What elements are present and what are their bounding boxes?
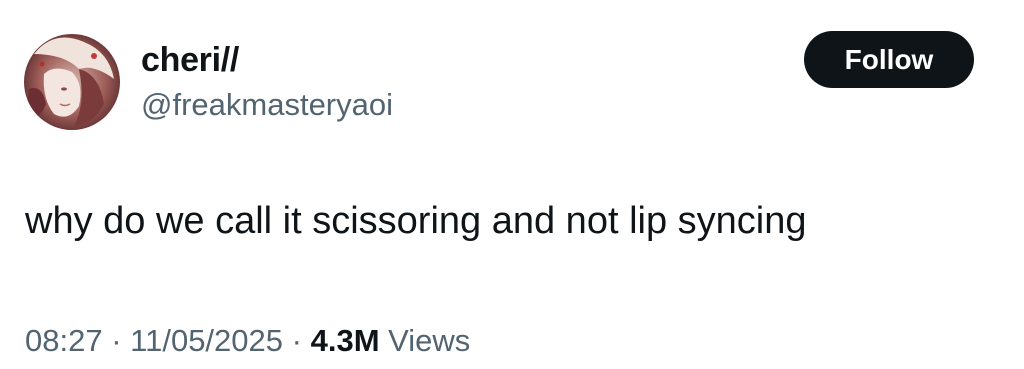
meta-separator: · <box>111 323 122 358</box>
post-text: why do we call it scissoring and not lip… <box>25 200 807 242</box>
user-handle[interactable]: @freakmasteryaoi <box>141 86 393 124</box>
views-count: 4.3M <box>310 323 380 358</box>
post-date[interactable]: 11/05/2025 <box>130 323 283 358</box>
avatar[interactable] <box>24 34 120 130</box>
meta-separator: · <box>291 323 302 358</box>
post-time[interactable]: 08:27 <box>25 323 103 358</box>
display-name[interactable]: cheri// <box>141 40 393 80</box>
post-card: cheri// @freakmasteryaoi Follow why do w… <box>0 0 1024 369</box>
avatar-image <box>24 34 120 130</box>
views-label: Views <box>388 323 471 358</box>
post-meta: 08:27 · 11/05/2025 · 4.3M Views <box>25 322 470 360</box>
user-info: cheri// @freakmasteryaoi <box>141 40 393 124</box>
follow-button[interactable]: Follow <box>804 31 974 88</box>
